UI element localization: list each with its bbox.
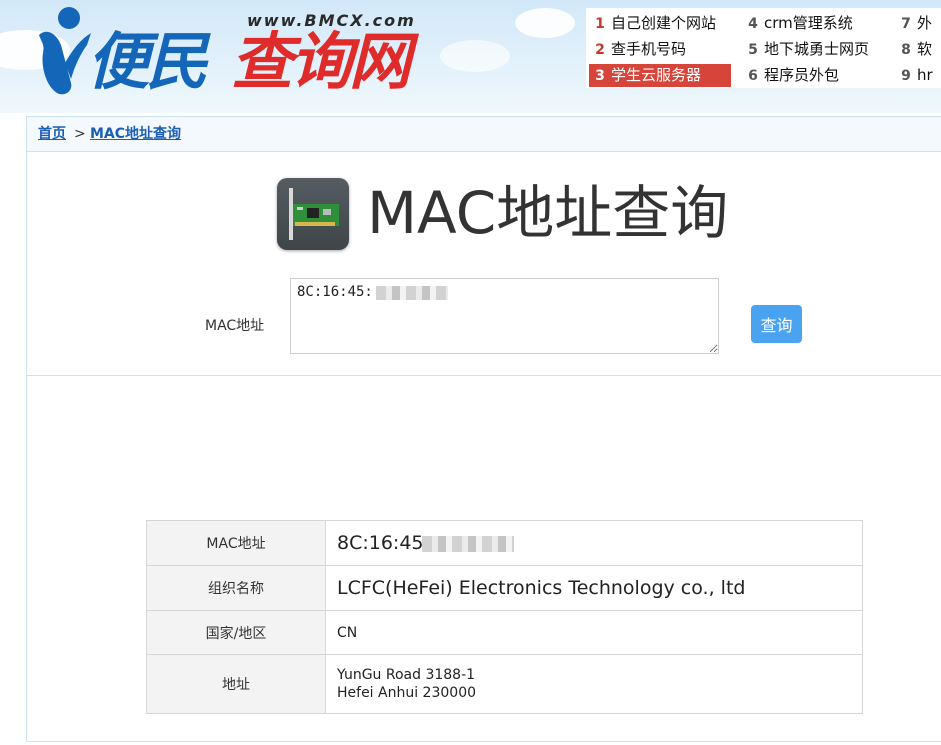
- hot-link-number: 6: [748, 68, 758, 84]
- cloud-decoration: [515, 8, 575, 38]
- mac-value-cell: 8C:16:45: [325, 520, 863, 566]
- mac-address-input[interactable]: [290, 278, 719, 354]
- hot-link-label: 查手机号码: [611, 40, 687, 58]
- query-button[interactable]: 查询: [751, 305, 802, 343]
- section-divider: [27, 375, 941, 376]
- breadcrumb: 首页 > MAC地址查询: [27, 117, 941, 152]
- hot-link-number: 1: [595, 16, 605, 32]
- result-table: MAC地址 8C:16:45 组织名称 LCFC(HeFei) Electron…: [146, 520, 863, 714]
- hot-link-number: 8: [901, 42, 911, 58]
- logo-text-blue: 便民: [87, 25, 208, 98]
- hot-link-number: 2: [595, 42, 605, 58]
- hot-link-label: 外: [917, 14, 933, 32]
- mac-input-label: MAC地址: [205, 318, 265, 334]
- table-row: MAC地址 8C:16:45: [146, 520, 863, 566]
- privacy-mask: [376, 286, 448, 300]
- row-label: 地址: [146, 654, 326, 714]
- address-value-cell: YunGu Road 3188-1 Hefei Anhui 230000: [325, 654, 863, 714]
- hot-link-label: hr: [917, 66, 933, 84]
- hot-link-label: 学生云服务器: [611, 66, 702, 84]
- row-value: CN: [325, 610, 863, 655]
- hot-link-6[interactable]: 6 程序员外包: [742, 64, 892, 87]
- hot-link-number: 4: [748, 16, 758, 32]
- site-logo[interactable]: www.BMCX.com 便民 查询网: [35, 5, 435, 105]
- logo-text-red: 查询网: [231, 25, 411, 98]
- row-value: LCFC(HeFei) Electronics Technology co., …: [325, 565, 863, 611]
- page-title: MAC地址查询: [367, 179, 729, 247]
- hot-link-number: 9: [901, 68, 911, 84]
- main-content-box: 首页 > MAC地址查询 MAC地址查询 MAC地址 查询 MAC地址 8C:1…: [26, 116, 941, 742]
- hot-link-number: 7: [901, 16, 911, 32]
- address-line-1: YunGu Road 3188-1: [337, 667, 476, 683]
- table-row: 组织名称 LCFC(HeFei) Electronics Technology …: [146, 565, 863, 611]
- address-line-2: Hefei Anhui 230000: [337, 685, 477, 701]
- hot-link-1[interactable]: 1 自己创建个网站: [589, 12, 734, 35]
- network-card-icon: [277, 178, 349, 250]
- row-label: MAC地址: [146, 520, 326, 566]
- hot-link-label: 自己创建个网站: [611, 14, 717, 32]
- hot-link-2[interactable]: 2 查手机号码: [589, 38, 734, 61]
- hot-link-number: 5: [748, 42, 758, 58]
- hot-link-9[interactable]: 9 hr: [895, 64, 941, 87]
- privacy-mask: [422, 536, 514, 552]
- site-header: www.BMCX.com 便民 查询网 1 自己创建个网站 2 查手机号码 3 学生云…: [0, 0, 941, 113]
- hot-link-label: crm管理系统: [764, 14, 853, 32]
- logo-person-icon: [39, 7, 91, 95]
- hot-link-number: 3: [595, 68, 605, 84]
- hot-link-label: 地下城勇士网页: [764, 40, 870, 58]
- hot-link-5[interactable]: 5 地下城勇士网页: [742, 38, 892, 61]
- hot-link-7[interactable]: 7外: [895, 12, 941, 35]
- hot-link-label: 程序员外包: [764, 66, 840, 84]
- hot-links-panel: 1 自己创建个网站 2 查手机号码 3 学生云服务器 4 crm管理系统 5 地下城勇士网…: [586, 8, 941, 88]
- row-value: 8C:16:45: [337, 532, 424, 554]
- breadcrumb-current-link[interactable]: MAC地址查询: [90, 117, 181, 151]
- cloud-decoration: [440, 40, 510, 72]
- row-label: 组织名称: [146, 565, 326, 611]
- table-row: 地址 YunGu Road 3188-1 Hefei Anhui 230000: [146, 654, 863, 714]
- hot-link-8[interactable]: 8软: [895, 38, 941, 61]
- row-label: 国家/地区: [146, 610, 326, 655]
- breadcrumb-home-link[interactable]: 首页: [38, 117, 66, 151]
- table-row: 国家/地区 CN: [146, 610, 863, 655]
- breadcrumb-separator: >: [74, 126, 86, 142]
- hot-link-label: 软: [917, 40, 933, 58]
- hot-link-4[interactable]: 4 crm管理系统: [742, 12, 892, 35]
- hot-link-3[interactable]: 3 学生云服务器: [589, 64, 731, 87]
